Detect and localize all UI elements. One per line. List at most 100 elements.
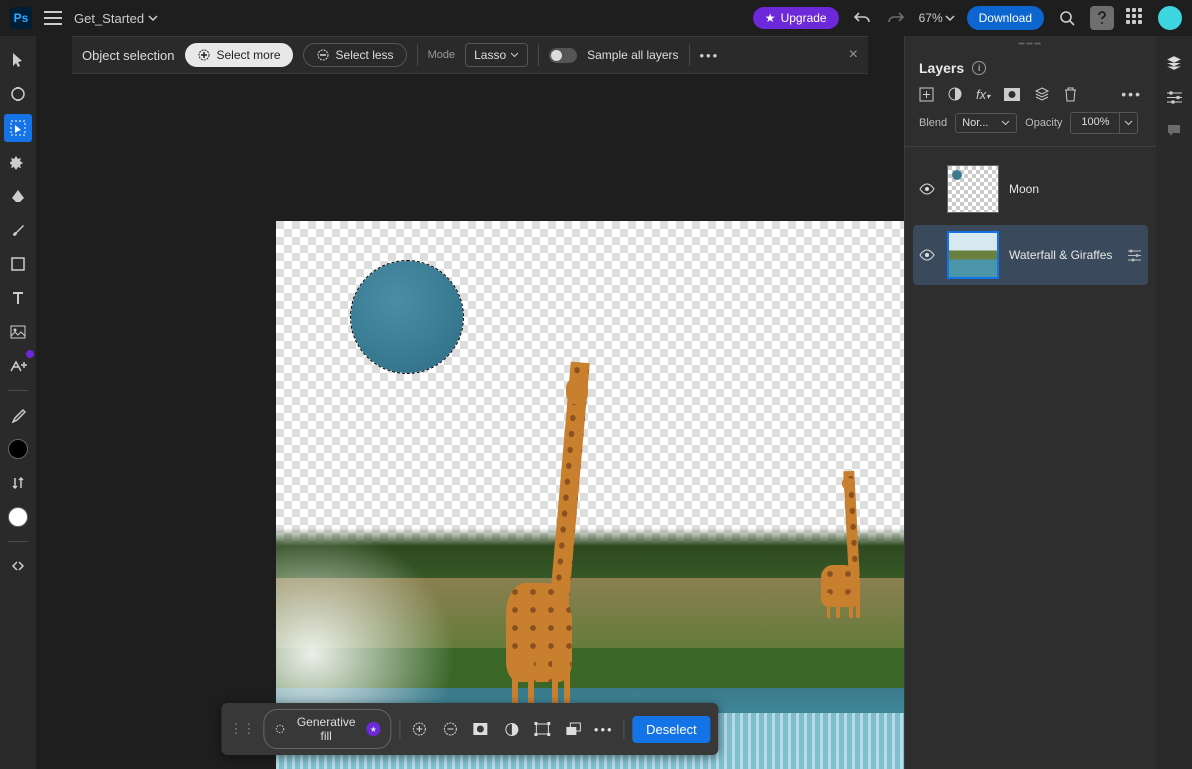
more-options[interactable]: •••: [700, 48, 720, 63]
blend-value: Nor...: [962, 117, 988, 129]
quick-select-tool[interactable]: [4, 148, 32, 176]
layer-stack-button[interactable]: [1034, 86, 1050, 102]
right-dock-strip: [1156, 36, 1192, 769]
user-avatar[interactable]: [1158, 6, 1182, 30]
left-toolbar: [0, 36, 36, 769]
delete-layer-button[interactable]: [1064, 87, 1077, 102]
mask-layer-button[interactable]: [1004, 88, 1020, 101]
background-color[interactable]: [4, 503, 32, 531]
mode-label: Mode: [428, 49, 456, 61]
zoom-level[interactable]: 67%: [919, 11, 955, 25]
opacity-input[interactable]: 100%: [1070, 112, 1120, 134]
layer-item-waterfall[interactable]: Waterfall & Giraffes: [913, 225, 1148, 285]
remove-tool[interactable]: [4, 182, 32, 210]
add-layer-button[interactable]: [919, 87, 934, 102]
download-button[interactable]: Download: [967, 6, 1044, 30]
hamburger-menu[interactable]: [44, 11, 62, 25]
layers-panel: ━━━ Layers i fx▾ ••• Blend Nor... Opacit…: [904, 36, 1156, 769]
text-tool[interactable]: [4, 284, 32, 312]
mode-select[interactable]: Lasso: [465, 43, 528, 67]
visibility-toggle[interactable]: [919, 183, 937, 195]
generative-fill-label: Generative fill: [292, 715, 361, 743]
upgrade-button[interactable]: ★ Upgrade: [753, 7, 839, 29]
blend-label: Blend: [919, 117, 947, 129]
upgrade-label: Upgrade: [781, 11, 827, 25]
redo-button[interactable]: [885, 7, 907, 29]
options-bar: Object selection Select more Select less…: [72, 36, 868, 74]
tool-name-label: Object selection: [82, 48, 175, 63]
canvas[interactable]: [276, 221, 904, 769]
layers-list: Moon Waterfall & Giraffes: [905, 147, 1156, 297]
add-selection-button[interactable]: [408, 717, 431, 741]
deselect-button[interactable]: Deselect: [632, 716, 711, 743]
help-button[interactable]: [1090, 6, 1114, 30]
image-tool[interactable]: [4, 318, 32, 346]
mist: [276, 528, 456, 708]
document-title[interactable]: Get_Started: [74, 11, 158, 26]
plus-target-icon: [197, 48, 211, 62]
brush-tool[interactable]: [4, 216, 32, 244]
ps-logo[interactable]: Ps: [10, 7, 32, 29]
comments-tab-icon[interactable]: [1166, 123, 1182, 138]
foreground-color[interactable]: [4, 435, 32, 463]
context-action-bar: ⋮⋮ Generative fill ★ ••• Deselect: [221, 703, 718, 755]
transform-selection-button[interactable]: [531, 717, 554, 741]
panel-grip[interactable]: ━━━: [905, 36, 1156, 52]
opacity-chevron[interactable]: [1120, 112, 1138, 134]
chevron-down-icon: [1001, 120, 1010, 126]
eyedropper-tool[interactable]: [4, 401, 32, 429]
more-tools[interactable]: [4, 552, 32, 580]
mask-button[interactable]: [469, 717, 492, 741]
star-badge-icon: ★: [367, 722, 380, 736]
transform-tool[interactable]: [4, 80, 32, 108]
layer-thumbnail: [947, 231, 999, 279]
search-button[interactable]: [1056, 7, 1078, 29]
mode-value: Lasso: [474, 48, 506, 62]
select-more-button[interactable]: Select more: [185, 43, 293, 67]
visibility-toggle[interactable]: [919, 249, 937, 261]
close-options-button[interactable]: ×: [849, 46, 858, 64]
swap-colors[interactable]: [4, 469, 32, 497]
layers-title: Layers: [919, 60, 964, 76]
ai-tool[interactable]: [4, 352, 32, 380]
layer-thumbnail: [947, 165, 999, 213]
undo-button[interactable]: [851, 7, 873, 29]
adjustment-layer-button[interactable]: [948, 87, 962, 101]
more-actions[interactable]: •••: [592, 717, 615, 741]
object-select-tool[interactable]: [4, 114, 32, 142]
layer-menu-button[interactable]: •••: [1121, 86, 1142, 102]
select-less-label: Select less: [336, 48, 394, 62]
layers-tab-icon[interactable]: [1165, 54, 1183, 72]
star-icon: ★: [765, 11, 776, 25]
sample-all-layers-toggle[interactable]: [549, 48, 577, 63]
fx-button[interactable]: fx▾: [976, 87, 990, 102]
move-tool[interactable]: [4, 46, 32, 74]
adjustment-button[interactable]: [500, 717, 523, 741]
chevron-down-icon: [510, 52, 519, 58]
zoom-value: 67%: [919, 11, 943, 25]
grip-icon[interactable]: ⋮⋮: [229, 721, 255, 737]
blend-mode-select[interactable]: Nor...: [955, 113, 1017, 133]
opacity-label: Opacity: [1025, 117, 1062, 129]
apps-menu[interactable]: [1126, 8, 1146, 28]
moon-selection[interactable]: [351, 261, 463, 373]
subtract-selection-button[interactable]: [439, 717, 462, 741]
top-bar: Ps Get_Started ★ Upgrade 67% Download: [0, 0, 1192, 36]
chevron-down-icon: [945, 15, 955, 21]
layer-settings-icon[interactable]: [1127, 249, 1142, 262]
properties-tab-icon[interactable]: [1166, 90, 1183, 105]
info-icon[interactable]: i: [972, 61, 986, 75]
giraffe-small: [821, 478, 891, 618]
fill-button[interactable]: [562, 717, 585, 741]
shape-tool[interactable]: [4, 250, 32, 278]
layer-name: Waterfall & Giraffes: [1009, 248, 1117, 262]
canvas-column: Object selection Select more Select less…: [36, 36, 904, 769]
select-more-label: Select more: [217, 48, 281, 62]
sample-all-label: Sample all layers: [587, 48, 678, 62]
layer-item-moon[interactable]: Moon: [913, 159, 1148, 219]
minus-target-icon: [316, 48, 330, 62]
layer-action-row: fx▾ •••: [905, 86, 1156, 112]
select-less-button[interactable]: Select less: [303, 43, 407, 67]
canvas-area[interactable]: ⋮⋮ Generative fill ★ ••• Deselect: [36, 74, 904, 769]
generative-fill-button[interactable]: Generative fill ★: [263, 709, 391, 749]
